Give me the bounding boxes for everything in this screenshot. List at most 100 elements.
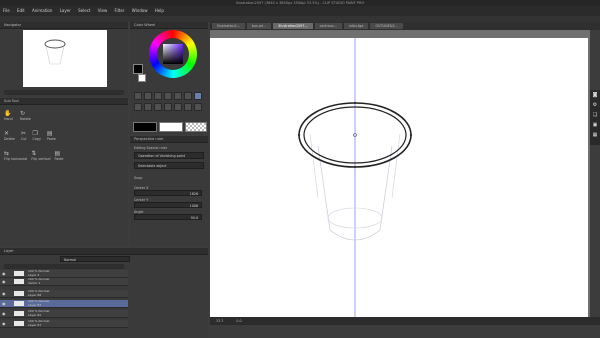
menu-animation[interactable]: Animation [29, 6, 55, 16]
paste-2-icon: ▤ [54, 150, 61, 157]
zoom-value[interactable]: 33.3 [216, 319, 223, 323]
eye-icon[interactable]: ◉ [2, 291, 6, 296]
angle-value[interactable]: 0.0 [236, 319, 241, 323]
move-tool-icon[interactable] [144, 92, 152, 100]
layer-name: Layer 62 [28, 312, 42, 317]
gear-icon[interactable]: ⚙ [590, 100, 600, 110]
rim-handle-bottom[interactable] [353, 165, 357, 169]
camera-icon[interactable]: ◙ [590, 90, 600, 100]
layer-thumbnail [14, 279, 24, 284]
center-x-field[interactable]: 1826 [134, 190, 202, 196]
tab-document[interactable]: Illustration2... [212, 23, 245, 29]
layer-row[interactable]: ◉ 100 % Normal Layer 67 [0, 319, 128, 328]
copy-button[interactable]: ❐ Copy [33, 130, 41, 141]
menu-layer[interactable]: Layer [57, 6, 74, 16]
layer-row[interactable]: ◉ 100 % Normal Layer 2 [0, 269, 128, 278]
navigator-preview[interactable] [23, 30, 107, 87]
rim-handle-top[interactable] [353, 101, 357, 105]
eye-icon[interactable]: ◉ [2, 279, 6, 284]
right-sidebar: ◙ ⚙ ❏ ▣ ▦ [590, 90, 600, 145]
ruler-tool-icon[interactable] [194, 92, 202, 100]
menu-select[interactable]: Select [75, 6, 93, 16]
flip-horizontal-label: Flip horizontal [4, 157, 28, 161]
subtool-hand[interactable]: ✋ Hand [4, 110, 13, 121]
tab-document-active[interactable]: Illustration2097... [273, 23, 313, 29]
image-icon[interactable]: ▣ [590, 120, 600, 130]
menu-file[interactable]: File [0, 6, 13, 16]
airbrush-tool-icon[interactable] [164, 103, 172, 111]
tab-document[interactable]: cactrous... [314, 23, 342, 29]
subtool-panel: Sub Tool ✋ Hand ↻ Rotate ✕ Delete ✂ Cut ❐ C… [0, 98, 128, 246]
drawing-svg [297, 38, 413, 318]
flip-horizontal-button[interactable]: ⇆ Flip horizontal [4, 150, 27, 161]
cut-button[interactable]: ✂ Cut [21, 130, 27, 141]
subtool-rotate[interactable]: ↻ Rotate [20, 110, 31, 121]
menu-help[interactable]: Help [152, 6, 167, 16]
center-y-field[interactable]: 1006 [134, 202, 202, 208]
color-wheel-panel: Color Wheel [130, 22, 208, 90]
operation-dropdown[interactable]: Operation of Vanishing point [134, 152, 204, 159]
blend-mode-dropdown[interactable]: Normal [60, 256, 130, 262]
color-swatch-black[interactable] [133, 122, 157, 132]
flip-vertical-label: Flip vertical [31, 157, 51, 161]
tab-document[interactable]: rubis.tga [343, 23, 369, 29]
auto-select-tool-icon[interactable] [174, 92, 182, 100]
menu-window[interactable]: Window [129, 6, 151, 16]
selection-tool-icon[interactable] [164, 92, 172, 100]
snap-label[interactable]: Snap [134, 176, 142, 180]
layer-row[interactable]: ◉ 100 % Normal Layer 62 [0, 309, 128, 318]
menu-filter[interactable]: Filter [112, 6, 128, 16]
flip-horizontal-icon: ⇆ [4, 150, 10, 157]
document-tabs: Illustration2... bus-prl... Illustration20… [210, 22, 600, 30]
eyedropper-tool-icon[interactable] [184, 92, 192, 100]
tab-document[interactable]: OUTLINE&S... [370, 23, 403, 29]
color-set-row [130, 118, 208, 134]
status-bar: 33.3 0.0 [210, 317, 600, 325]
eye-icon[interactable]: ◉ [2, 301, 6, 306]
menu-edit[interactable]: Edit [14, 6, 28, 16]
canvas-paper[interactable] [210, 38, 588, 318]
paste-button[interactable]: ▤ Paste [47, 130, 56, 141]
color-swatch-white[interactable] [159, 122, 183, 132]
saturation-square[interactable] [163, 44, 183, 64]
tool-property-panel: Perspective ruler Editing Special ruler … [130, 136, 208, 246]
rim-handle-left[interactable] [297, 133, 301, 137]
film-icon[interactable]: ▦ [590, 130, 600, 140]
layer-row[interactable]: ◉ 100 % Normal Layer 68 [0, 289, 128, 298]
eye-icon[interactable]: ◉ [2, 321, 6, 326]
paste-2-button[interactable]: ▤ Paste [55, 150, 64, 161]
menu-view[interactable]: View [95, 6, 111, 16]
navigator-panel: Navigator [0, 22, 128, 97]
pen-tool-icon[interactable] [134, 103, 142, 111]
layer-row-selected[interactable]: ◉ 100 % Normal Layer 83 [0, 299, 128, 308]
tool-buttons [130, 90, 208, 114]
blend-tool-icon[interactable] [194, 103, 202, 111]
eraser-tool-icon[interactable] [184, 103, 192, 111]
color-wheel-title: Color Wheel [130, 22, 208, 29]
pencil-tool-icon[interactable] [144, 103, 152, 111]
delete-button[interactable]: ✕ Delete [4, 130, 15, 141]
decoration-tool-icon[interactable] [174, 103, 182, 111]
eye-icon[interactable]: ◉ [2, 311, 6, 316]
delete-icon: ✕ [4, 130, 10, 137]
rim-handle-right[interactable] [409, 133, 413, 137]
brush-tool-icon[interactable] [154, 103, 162, 111]
flip-vertical-icon: ⇅ [31, 150, 37, 157]
copy-label: Copy [32, 137, 41, 141]
angle-field[interactable]: 90.0 [134, 214, 202, 220]
cut-icon: ✂ [20, 130, 26, 137]
color-swatch-transparent[interactable] [185, 122, 207, 132]
main-color-swatch[interactable] [133, 64, 143, 74]
navigator-zoom-slider[interactable] [4, 90, 124, 95]
sub-color-swatch[interactable] [138, 74, 146, 82]
zoom-tool-icon[interactable] [134, 92, 142, 100]
layer-row[interactable]: ◉ 100 % Normal Vector 1 [0, 277, 128, 286]
flip-vertical-button[interactable]: ⇅ Flip vertical [31, 150, 50, 161]
selectable-dropdown[interactable]: Selectable object [134, 162, 204, 169]
eye-icon[interactable]: ◉ [2, 271, 6, 276]
tab-document[interactable]: bus-prl... [246, 23, 272, 29]
operation-tool-icon[interactable] [154, 92, 162, 100]
hand-label: Hand [4, 117, 13, 121]
rotate-icon: ↻ [20, 110, 26, 117]
layers-icon[interactable]: ❏ [590, 110, 600, 120]
